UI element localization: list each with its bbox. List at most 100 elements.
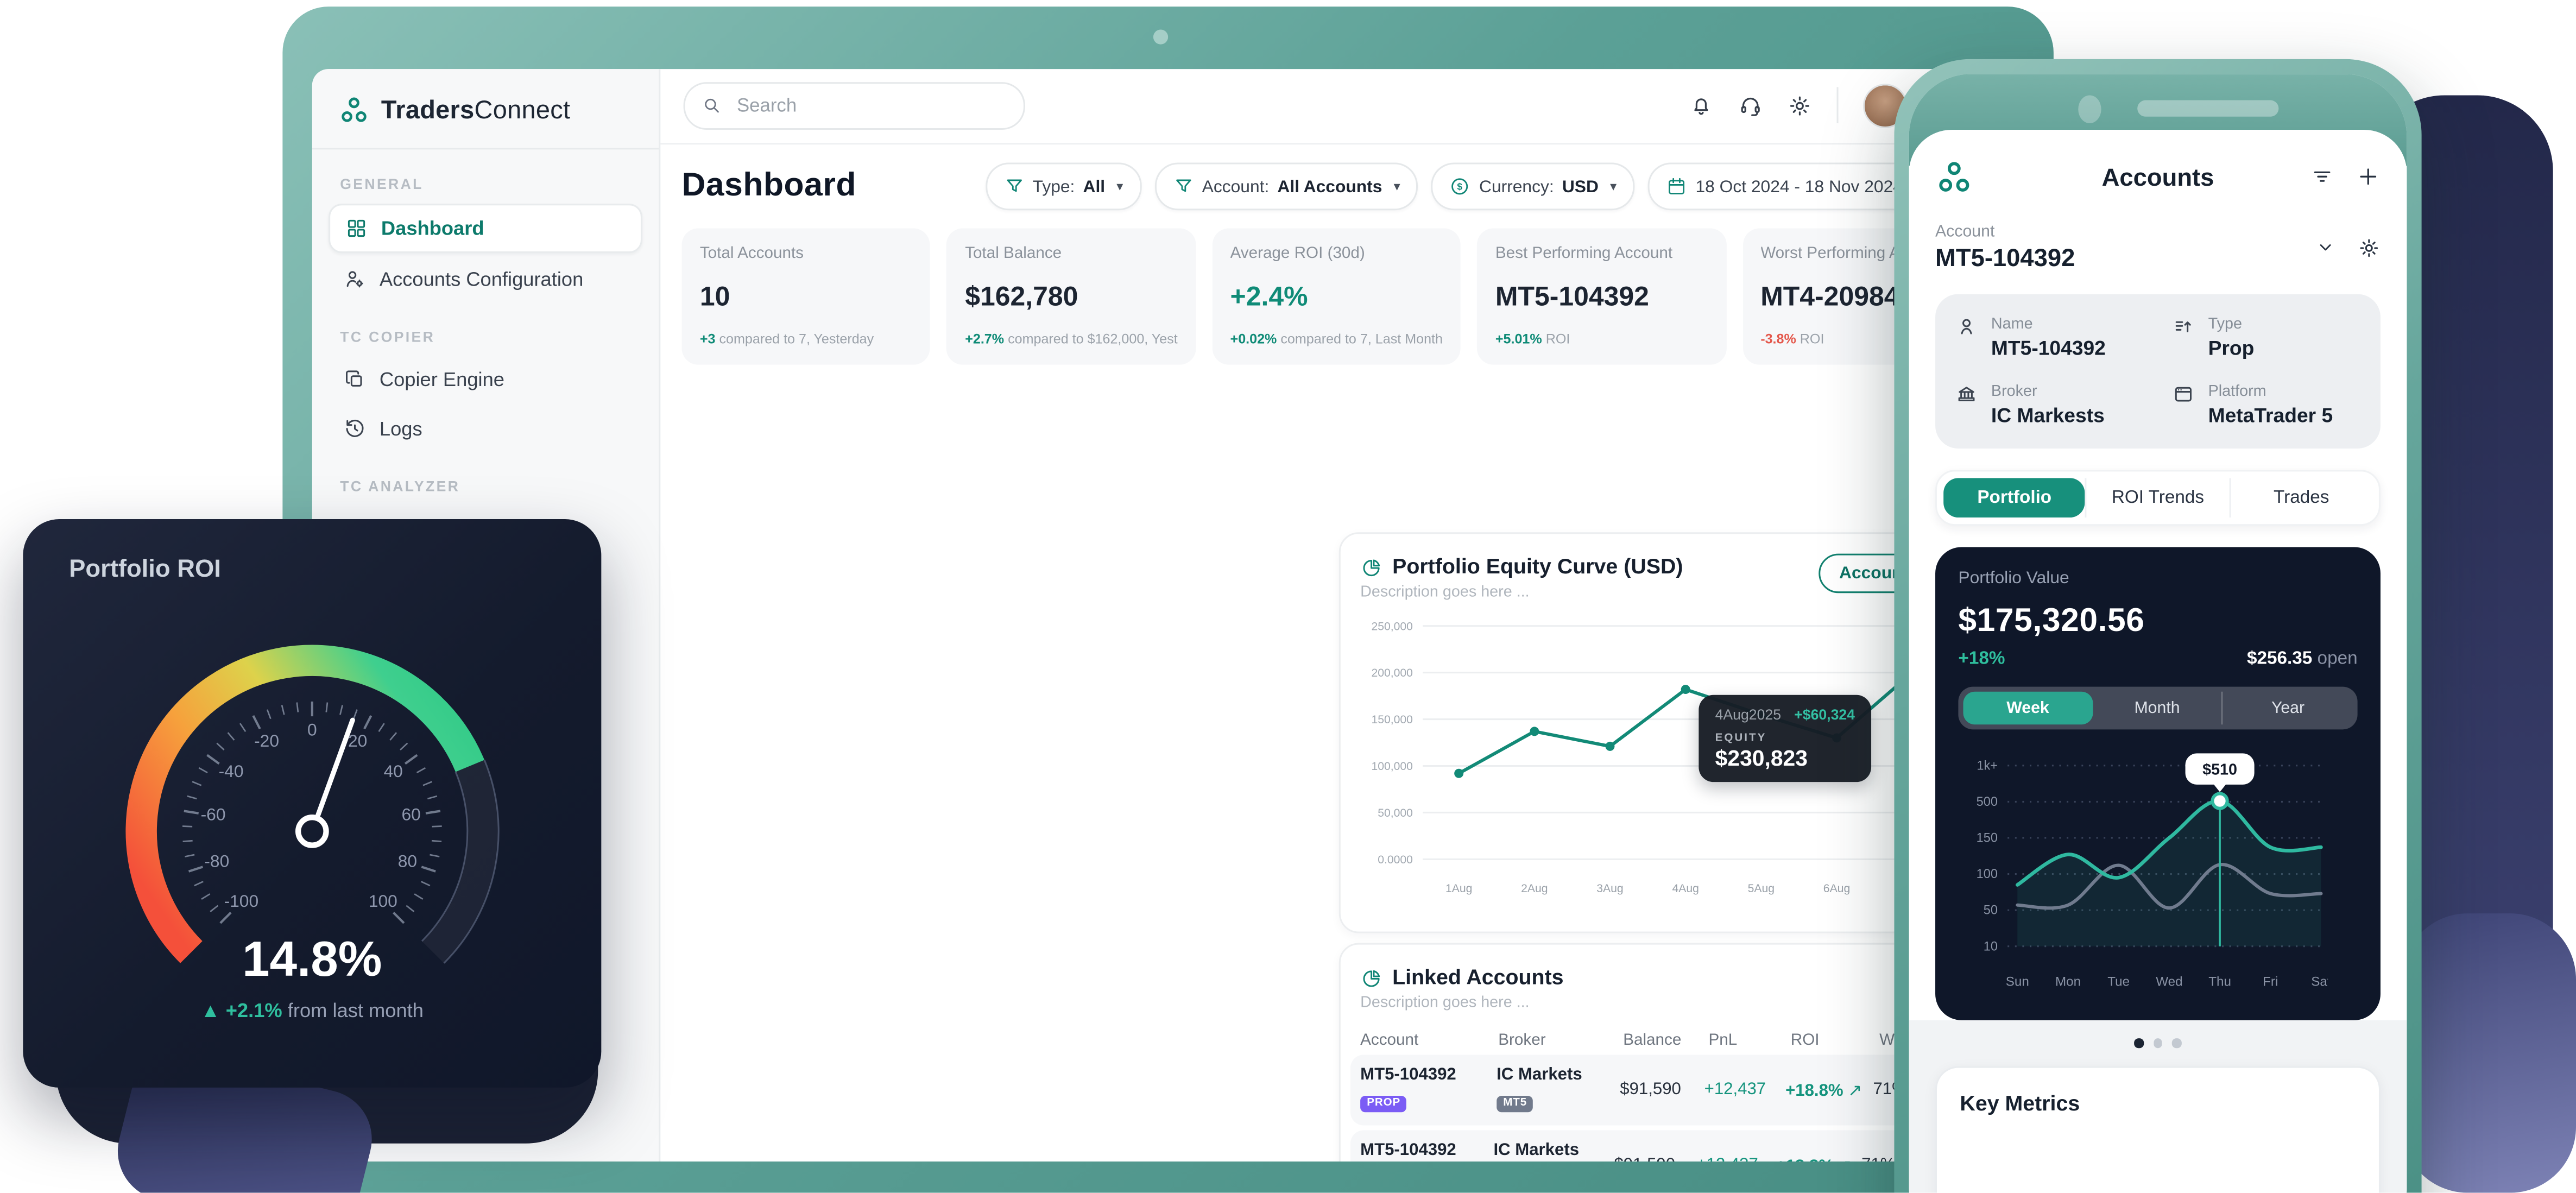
portfolio-roi-widget: Portfolio ROI -100-80-60-40-200204060801…	[23, 519, 601, 1088]
sidebar-section-label: TC COPIER	[340, 329, 631, 345]
gear-icon[interactable]	[1788, 93, 1812, 118]
svg-text:2Aug: 2Aug	[1521, 882, 1548, 895]
dashboard-content: Dashboard Type:All▾Account:All Accounts▾…	[660, 144, 2012, 1162]
user-gear-icon	[343, 268, 366, 291]
svg-text:50,000: 50,000	[1378, 807, 1413, 819]
svg-text:250,000: 250,000	[1371, 620, 1412, 633]
phone-frame: Accounts Account MT5-104392	[1894, 59, 2421, 1193]
portfolio-value-card: Portfolio Value $175,320.56 +18% $256.35…	[1935, 547, 2381, 1020]
platform-badge: MT5	[1497, 1095, 1533, 1112]
portfolio-value-label: Portfolio Value	[1958, 569, 2357, 588]
svg-text:1Aug: 1Aug	[1445, 882, 1472, 895]
svg-text:6Aug: 6Aug	[1823, 882, 1850, 895]
sidebar-item-dashboard[interactable]: Dashboard	[329, 204, 642, 253]
tab-trades[interactable]: Trades	[2229, 478, 2372, 517]
filter-account-[interactable]: Account:All Accounts▾	[1154, 163, 1418, 211]
detail-platform: PlatformMetaTrader 5	[2172, 383, 2361, 427]
svg-text:-100: -100	[224, 891, 259, 911]
sidebar-item-logs[interactable]: Logs	[329, 406, 642, 452]
svg-text:1k+: 1k+	[1977, 758, 1998, 772]
search-input[interactable]	[734, 94, 1007, 117]
stat-card-total-accounts: Total Accounts10+3 compared to 7, Yester…	[682, 229, 931, 365]
range-tab-year[interactable]: Year	[2222, 692, 2353, 725]
bell-icon[interactable]	[1689, 93, 1713, 118]
detail-type: TypeProp	[2172, 315, 2361, 360]
stat-card-average-roi-30d-: Average ROI (30d)+2.4%+0.02% compared to…	[1212, 229, 1461, 365]
page-dot[interactable]	[2172, 1038, 2181, 1047]
search-input-wrap[interactable]	[684, 82, 1025, 130]
sidebar-item-label: Accounts Configuration	[380, 268, 583, 291]
svg-text:0: 0	[307, 720, 317, 740]
search-icon	[702, 96, 722, 116]
svg-text:4Aug: 4Aug	[1672, 882, 1699, 895]
detail-broker: BrokerIC Markests	[1955, 383, 2172, 427]
brand-logo[interactable]: TradersConnect	[312, 69, 659, 149]
range-tab-week[interactable]: Week	[1963, 692, 2092, 725]
svg-text:150: 150	[1977, 831, 1998, 845]
svg-text:500: 500	[1977, 794, 1998, 809]
tab-roi-trends[interactable]: ROI Trends	[2085, 478, 2228, 517]
tab-portfolio[interactable]: Portfolio	[1943, 478, 2085, 517]
svg-text:$510: $510	[2202, 761, 2237, 779]
sidebar-item-label: Dashboard	[381, 217, 484, 239]
phone-speaker	[2138, 100, 2279, 117]
chevron-down-icon: ▾	[1610, 179, 1617, 194]
phone-tabs: PortfolioROI TrendsTrades	[1935, 470, 2381, 526]
svg-text:-20: -20	[254, 731, 279, 750]
equity-tooltip: 4Aug2025+$60,324 EQUITY $230,823	[1699, 695, 1871, 782]
page-dot[interactable]	[2154, 1038, 2163, 1047]
range-tab-month[interactable]: Month	[2093, 692, 2222, 725]
svg-text:Thu: Thu	[2208, 974, 2231, 989]
history-icon	[343, 417, 366, 440]
headset-icon[interactable]	[1738, 93, 1763, 118]
chevron-down-icon[interactable]	[2315, 237, 2336, 258]
svg-text:5Aug: 5Aug	[1748, 882, 1775, 895]
right-purple-blob	[2402, 913, 2576, 1192]
equity-curve-card: Portfolio Equity Curve (USD) Description…	[1339, 532, 1973, 933]
svg-text:200,000: 200,000	[1371, 667, 1412, 679]
topbar: John S Sta	[660, 69, 2012, 144]
svg-text:Wed: Wed	[2156, 974, 2182, 989]
sidebar-item-label: Logs	[380, 417, 422, 440]
pagination-dots	[1935, 1038, 2381, 1047]
svg-text:100: 100	[369, 891, 397, 911]
chevron-down-icon: ▾	[1116, 179, 1123, 194]
chevron-down-icon: ▾	[1394, 179, 1400, 194]
account-type-badge: PROP	[1360, 1095, 1407, 1112]
funnel-icon	[1172, 176, 1194, 197]
type-sliders-icon	[2172, 315, 2195, 338]
pie-icon	[1360, 557, 1382, 579]
portfolio-week-chart: 1k+5001501005010$510SunMonTueWedThuFriSa…	[1958, 746, 2328, 996]
svg-text:Tue: Tue	[2107, 974, 2130, 989]
sidebar-section-label: GENERAL	[340, 176, 631, 192]
svg-text:Sun: Sun	[2006, 974, 2029, 989]
pie-icon	[1360, 967, 1382, 989]
widget-gauge-value: 14.8%	[23, 933, 601, 989]
svg-text:150,000: 150,000	[1371, 714, 1412, 726]
stat-card-best-performing-account: Best Performing AccountMT5-104392+5.01% …	[1478, 229, 1726, 365]
svg-text:Fri: Fri	[2263, 974, 2278, 989]
svg-text:Mon: Mon	[2055, 974, 2081, 989]
laptop-camera	[1153, 29, 1168, 44]
svg-text:$: $	[1457, 181, 1463, 192]
sidebar-item-label: Copier Engine	[380, 368, 504, 391]
plus-icon[interactable]	[2356, 165, 2381, 189]
svg-text:80: 80	[398, 851, 417, 870]
platform-icon	[2172, 383, 2195, 406]
sidebar-item-copier-engine[interactable]: Copier Engine	[329, 357, 642, 403]
filter-currency-[interactable]: $Currency:USD▾	[1431, 163, 1634, 211]
phone-account-selector[interactable]: Account MT5-104392	[1935, 223, 2381, 273]
sidebar-section-label: TC ANALYZER	[340, 478, 631, 494]
filter-type-[interactable]: Type:All▾	[985, 163, 1141, 211]
sidebar-item-accounts-configuration[interactable]: Accounts Configuration	[329, 256, 642, 302]
brand-name: TradersConnect	[381, 96, 570, 125]
page-dot[interactable]	[2135, 1038, 2144, 1047]
portfolio-delta: +18%	[1958, 649, 2005, 668]
svg-text:-80: -80	[204, 851, 229, 870]
filter-lines-icon[interactable]	[2310, 165, 2334, 189]
copy-icon	[343, 368, 366, 391]
svg-text:100,000: 100,000	[1371, 760, 1412, 773]
gear-icon[interactable]	[2358, 236, 2381, 259]
svg-text:0.0000: 0.0000	[1378, 854, 1413, 866]
svg-text:10: 10	[1984, 939, 1998, 953]
